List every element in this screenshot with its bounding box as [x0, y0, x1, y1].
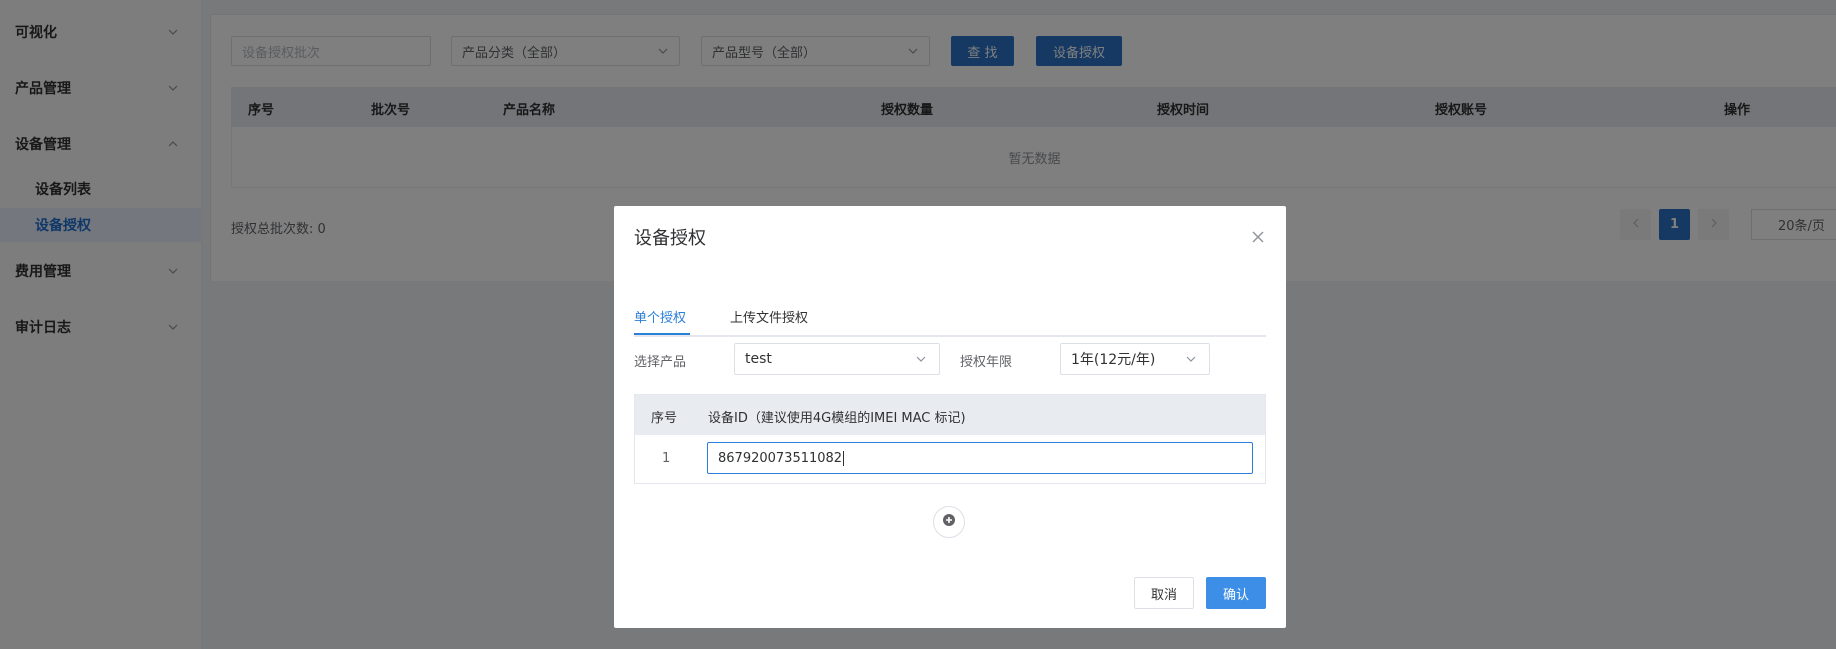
tab-bar: 单个授权 上传文件授权	[634, 301, 1266, 337]
device-authorization-dialog: 设备授权 单个授权 上传文件授权 选择产品 test 授权年限 1年(12元/年…	[614, 206, 1286, 628]
device-id-value: 867920073511082	[718, 450, 843, 466]
confirm-button[interactable]: 确认	[1206, 577, 1266, 609]
cancel-button[interactable]: 取消	[1134, 577, 1194, 609]
tab-single-authorization[interactable]: 单个授权	[634, 307, 686, 326]
dialog-title: 设备授权	[634, 228, 706, 249]
column-header-device-id: 设备ID（建议使用4G模组的IMEI MAC 标记)	[708, 411, 966, 426]
product-label: 选择产品	[634, 355, 687, 370]
years-select-value: 1年(12元/年)	[1071, 352, 1156, 368]
chevron-down-icon	[915, 353, 927, 369]
tab-file-upload-authorization[interactable]: 上传文件授权	[730, 307, 808, 326]
column-header-index: 序号	[651, 411, 678, 426]
row-index: 1	[662, 451, 671, 466]
years-select[interactable]: 1年(12元/年)	[1060, 343, 1210, 375]
years-label: 授权年限	[960, 355, 1013, 370]
active-tab-indicator	[634, 333, 690, 335]
device-id-input[interactable]: 867920073511082	[707, 442, 1253, 474]
close-icon[interactable]	[1251, 230, 1265, 244]
plus-circle-icon	[942, 513, 956, 531]
chevron-down-icon	[1185, 353, 1197, 369]
device-id-table: 序号 设备ID（建议使用4G模组的IMEI MAC 标记) 1 86792007…	[634, 394, 1266, 484]
product-select-value: test	[745, 351, 772, 367]
product-select[interactable]: test	[734, 343, 940, 375]
text-caret	[843, 450, 845, 466]
device-table-header: 序号 设备ID（建议使用4G模组的IMEI MAC 标记)	[635, 395, 1265, 435]
add-row-button[interactable]	[933, 506, 965, 538]
